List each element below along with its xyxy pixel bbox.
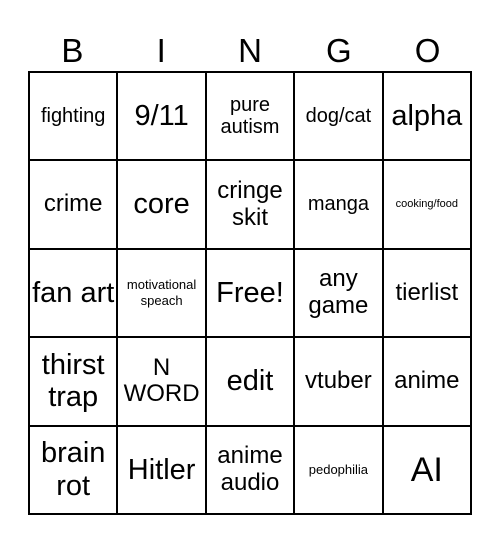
bingo-cell[interactable]: vtuber (294, 337, 383, 426)
free-space-cell[interactable]: Free! (205, 248, 295, 338)
bingo-cell[interactable]: fan art (29, 248, 118, 338)
bingo-cell[interactable]: cooking/food (382, 160, 471, 249)
bingo-cell[interactable]: tierlist (382, 248, 471, 338)
bingo-cell[interactable]: edit (205, 337, 295, 426)
bingo-cell[interactable]: N WORD (117, 337, 206, 426)
bingo-cell[interactable]: core (117, 160, 206, 249)
bingo-cell[interactable]: pedophilia (294, 425, 383, 514)
bingo-cell[interactable]: pure autism (205, 72, 295, 161)
bingo-cell[interactable]: any game (294, 248, 383, 338)
bingo-cell[interactable]: alpha (382, 72, 471, 161)
bingo-cell[interactable]: AI (382, 425, 471, 514)
bingo-cell[interactable]: 9/11 (117, 72, 206, 161)
bingo-cell[interactable]: anime audio (205, 425, 295, 514)
bingo-cell[interactable]: brain rot (29, 425, 118, 514)
bingo-cell[interactable]: dog/cat (294, 72, 383, 161)
bingo-header: B I N G O (28, 30, 472, 72)
header-letter-b: B (61, 32, 84, 69)
bingo-cell[interactable]: anime (382, 337, 471, 426)
bingo-cell[interactable]: thirst trap (29, 337, 118, 426)
header-letter-n: N (238, 32, 262, 69)
header-letter-i: I (156, 32, 166, 69)
bingo-grid: fighting 9/11 pure autism dog/cat alpha … (28, 71, 472, 515)
bingo-cell[interactable]: cringe skit (205, 160, 295, 249)
bingo-cell[interactable]: motivational speach (117, 248, 206, 338)
bingo-cell[interactable]: crime (29, 160, 118, 249)
header-letter-o: O (414, 32, 441, 69)
header-letter-g: G (325, 32, 352, 69)
bingo-cell[interactable]: Hitler (117, 425, 206, 514)
bingo-cell[interactable]: manga (294, 160, 383, 249)
bingo-cell[interactable]: fighting (29, 72, 118, 161)
